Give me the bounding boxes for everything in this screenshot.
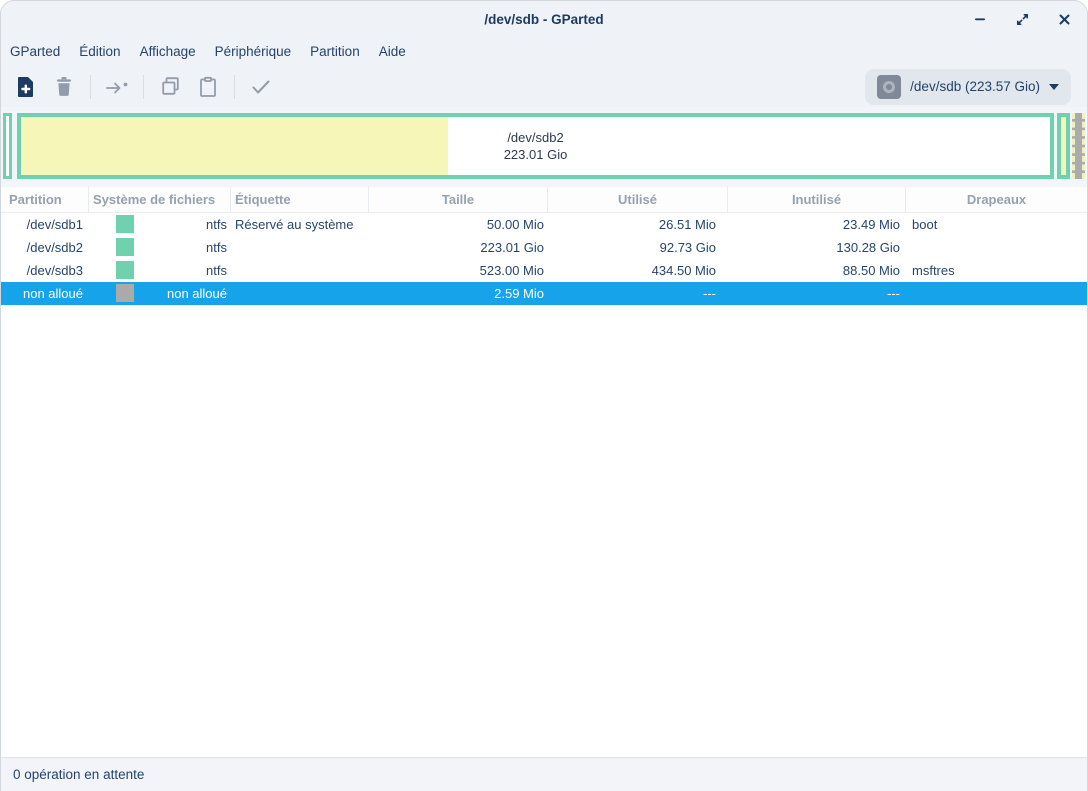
- cell-used: 92.73 Gio: [548, 236, 728, 259]
- filesystem-name: ntfs: [206, 217, 227, 232]
- table-row-selected[interactable]: non alloué non alloué 2.59 Mio --- ---: [1, 282, 1087, 305]
- disk-segment-unallocated[interactable]: [1072, 113, 1085, 179]
- paste-icon: [198, 76, 218, 98]
- column-header-used[interactable]: Utilisé: [548, 187, 728, 212]
- column-header-partition[interactable]: Partition: [1, 187, 89, 212]
- cell-size: 523.00 Mio: [369, 259, 548, 282]
- hard-drive-icon: [877, 75, 901, 99]
- copy-partition-button[interactable]: [151, 71, 189, 103]
- column-header-unused[interactable]: Inutilisé: [728, 187, 906, 212]
- filesystem-color-swatch: [116, 284, 134, 302]
- selected-partition-label: /dev/sdb2 223.01 Gio: [21, 129, 1050, 163]
- minimize-button[interactable]: [971, 10, 989, 28]
- disk-segment-sdb3[interactable]: [1057, 113, 1070, 179]
- gparted-window: /dev/sdb - GParted: [0, 0, 1088, 791]
- cell-label: Réservé au système: [231, 213, 369, 236]
- cell-label: [231, 259, 369, 282]
- cell-filesystem: non alloué: [89, 282, 231, 305]
- table-row[interactable]: /dev/sdb2 ntfs 223.01 Gio 92.73 Gio 130.…: [1, 236, 1087, 259]
- resize-move-button[interactable]: [98, 71, 136, 103]
- cell-flags: [906, 236, 1087, 259]
- menu-edition[interactable]: Édition: [70, 41, 129, 62]
- selected-partition-name: /dev/sdb2: [21, 129, 1050, 146]
- filesystem-color-swatch: [116, 215, 134, 233]
- cell-flags: boot: [906, 213, 1087, 236]
- filesystem-color-swatch: [116, 238, 134, 256]
- cell-filesystem: ntfs: [89, 213, 231, 236]
- close-button[interactable]: [1055, 10, 1073, 28]
- column-header-flags[interactable]: Drapeaux: [906, 187, 1087, 212]
- cell-partition: /dev/sdb2: [1, 236, 89, 259]
- disk-segment-sdb2[interactable]: /dev/sdb2 223.01 Gio: [17, 113, 1054, 179]
- table-row[interactable]: /dev/sdb3 ntfs 523.00 Mio 434.50 Mio 88.…: [1, 259, 1087, 282]
- cell-used: ---: [548, 282, 728, 305]
- cell-partition: non alloué: [1, 282, 89, 305]
- new-partition-icon: [16, 76, 36, 98]
- device-selector[interactable]: /dev/sdb (223.57 Gio): [865, 69, 1071, 105]
- paste-partition-button[interactable]: [189, 71, 227, 103]
- filesystem-name: non alloué: [167, 286, 227, 301]
- table-empty-area: [1, 305, 1087, 757]
- statusbar: 0 opération en attente: [1, 757, 1087, 791]
- filesystem-name: ntfs: [206, 240, 227, 255]
- toolbar: /dev/sdb (223.57 Gio): [1, 66, 1087, 107]
- pending-operations-text: 0 opération en attente: [13, 767, 144, 782]
- cell-size: 223.01 Gio: [369, 236, 548, 259]
- cell-size: 50.00 Mio: [369, 213, 548, 236]
- cell-used: 26.51 Mio: [548, 213, 728, 236]
- close-icon: [1058, 13, 1071, 26]
- chevron-down-icon: [1049, 84, 1059, 90]
- cell-used: 434.50 Mio: [548, 259, 728, 282]
- maximize-icon: [1015, 12, 1030, 27]
- new-partition-button[interactable]: [7, 71, 45, 103]
- column-header-size[interactable]: Taille: [369, 187, 548, 212]
- cell-label: [231, 236, 369, 259]
- apply-operations-button[interactable]: [242, 71, 280, 103]
- disk-segment-sdb1[interactable]: [3, 113, 12, 179]
- cell-size: 2.59 Mio: [369, 282, 548, 305]
- resize-arrow-icon: [104, 77, 130, 97]
- cell-partition: /dev/sdb1: [1, 213, 89, 236]
- menu-partition[interactable]: Partition: [301, 41, 369, 62]
- menu-peripherique[interactable]: Périphérique: [206, 41, 301, 62]
- copy-icon: [160, 76, 181, 97]
- cell-filesystem: ntfs: [89, 236, 231, 259]
- window-title: /dev/sdb - GParted: [484, 12, 603, 27]
- filesystem-color-swatch: [116, 261, 134, 279]
- cell-unused: ---: [728, 282, 906, 305]
- partition-table: Partition Système de fichiers Étiquette …: [1, 187, 1087, 305]
- toolbar-separator: [143, 75, 144, 99]
- cell-unused: 130.28 Gio: [728, 236, 906, 259]
- cell-flags: [906, 282, 1087, 305]
- menubar: GParted Édition Affichage Périphérique P…: [1, 37, 1087, 66]
- cell-label: [231, 282, 369, 305]
- minimize-icon: [973, 12, 987, 26]
- toolbar-separator: [90, 75, 91, 99]
- toolbar-separator: [234, 75, 235, 99]
- window-controls: [971, 1, 1073, 37]
- maximize-button[interactable]: [1013, 10, 1031, 28]
- cell-filesystem: ntfs: [89, 259, 231, 282]
- table-row[interactable]: /dev/sdb1 ntfs Réservé au système 50.00 …: [1, 213, 1087, 236]
- table-header-row: Partition Système de fichiers Étiquette …: [1, 187, 1087, 213]
- column-header-filesystem[interactable]: Système de fichiers: [89, 187, 231, 212]
- cell-unused: 23.49 Mio: [728, 213, 906, 236]
- menu-affichage[interactable]: Affichage: [131, 41, 205, 62]
- cell-flags: msftres: [906, 259, 1087, 282]
- cell-unused: 88.50 Mio: [728, 259, 906, 282]
- delete-partition-button[interactable]: [45, 71, 83, 103]
- titlebar[interactable]: /dev/sdb - GParted: [1, 1, 1087, 37]
- cell-partition: /dev/sdb3: [1, 259, 89, 282]
- menu-gparted[interactable]: GParted: [1, 41, 69, 62]
- checkmark-icon: [250, 78, 272, 96]
- filesystem-name: ntfs: [206, 263, 227, 278]
- menu-aide[interactable]: Aide: [370, 41, 415, 62]
- selected-partition-size: 223.01 Gio: [21, 146, 1050, 163]
- device-selector-label: /dev/sdb (223.57 Gio): [910, 79, 1040, 94]
- trash-icon: [54, 76, 74, 97]
- disk-visual-bar: /dev/sdb2 223.01 Gio: [1, 107, 1087, 187]
- column-header-label[interactable]: Étiquette: [231, 187, 369, 212]
